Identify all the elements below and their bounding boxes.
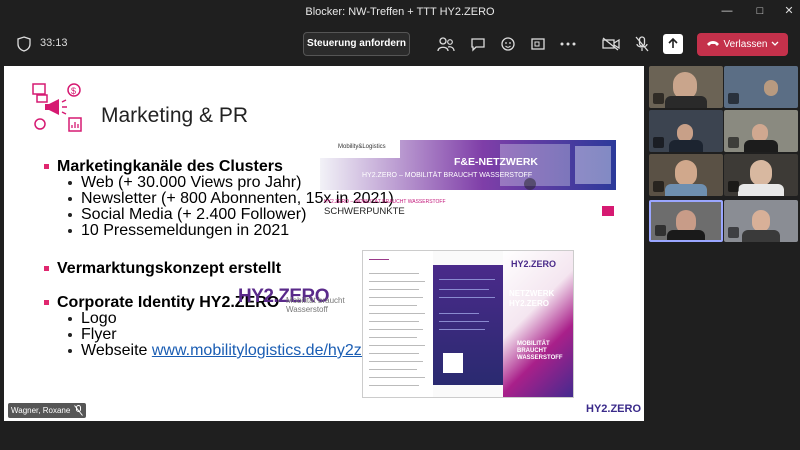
svg-text:$: $ xyxy=(71,86,76,96)
participant-tile[interactable] xyxy=(649,154,723,196)
meeting-timer: 33:13 xyxy=(40,37,68,49)
people-icon[interactable] xyxy=(436,34,456,54)
participant-tile[interactable] xyxy=(649,110,723,152)
title-bar: Blocker: NW-Treffen + TTT HY2.ZERO — □ ✕ xyxy=(0,0,800,24)
banner-title: F&E-NETZWERK xyxy=(454,156,538,168)
participant-tile[interactable] xyxy=(649,66,723,108)
shield-icon[interactable] xyxy=(14,34,34,54)
website-link[interactable]: www.mobilitylogistics.de/hy2zero xyxy=(152,342,385,359)
window-title: Blocker: NW-Treffen + TTT HY2.ZERO xyxy=(305,6,495,18)
flyer-panel-right: HY2.ZERO NETZWERK HY2.ZERO MOBILITÄT BRA… xyxy=(503,251,573,397)
maximize-icon[interactable]: □ xyxy=(753,4,767,18)
participant-tile[interactable] xyxy=(724,154,798,196)
flyer-panel-middle xyxy=(433,265,503,385)
reactions-icon[interactable] xyxy=(498,34,518,54)
banner-subtitle: HY2.ZERO – MOBILITÄT BRAUCHT WASSERSTOFF xyxy=(362,172,533,179)
participant-tile[interactable] xyxy=(724,66,798,108)
leave-label: Verlassen xyxy=(723,39,768,50)
banner-heading: SCHWERPUNKTE xyxy=(324,206,405,217)
banner-brand: Mobility&Logistics xyxy=(320,140,400,158)
flyer-preview: HY2.ZERO NETZWERK HY2.ZERO MOBILITÄT BRA… xyxy=(362,250,574,398)
hy2zero-logo: HY2.ZERO Mobilität braucht Wasserstoff xyxy=(238,286,345,314)
leave-button[interactable]: Verlassen xyxy=(697,33,788,56)
banner-caption: HY2.ZERO – MOBILITÄT BRAUCHT WASSERSTOFF xyxy=(324,199,446,205)
minimize-icon[interactable]: — xyxy=(720,4,734,18)
mic-off-icon xyxy=(653,93,664,104)
list-item: Webseite www.mobilitylogistics.de/hy2zer… xyxy=(68,342,385,360)
marketing-icon: $ xyxy=(31,82,83,134)
mic-off-icon xyxy=(728,93,739,104)
bullet-square xyxy=(44,164,49,170)
slide-title: Marketing & PR xyxy=(101,104,249,127)
chat-icon[interactable] xyxy=(468,34,488,54)
pdf-icon xyxy=(602,206,614,216)
mic-off-icon xyxy=(728,227,739,238)
mic-off-icon xyxy=(728,181,739,192)
close-icon[interactable]: ✕ xyxy=(782,4,796,18)
phone-hangup-icon xyxy=(706,39,720,50)
list-item: 10 Pressemeldungen in 2021 xyxy=(68,222,289,240)
mic-off-icon xyxy=(653,137,664,148)
participant-tile[interactable] xyxy=(724,110,798,152)
shared-screen: $ Marketing & PR Marketingkanäle des Clu… xyxy=(4,66,644,421)
mic-off-icon[interactable] xyxy=(632,34,652,54)
share-screen-button[interactable] xyxy=(663,34,683,54)
meeting-toolbar: 33:13 Steuerung anfordern Verlassen xyxy=(0,24,800,64)
mic-off-icon xyxy=(655,225,666,236)
flyer-panel-left xyxy=(363,251,433,397)
bullet-section-2: Vermarktungskonzept erstellt xyxy=(44,260,281,278)
mic-off-icon xyxy=(728,137,739,148)
chevron-down-icon[interactable] xyxy=(771,39,779,50)
participant-tile[interactable] xyxy=(724,200,798,242)
participant-tile-self[interactable] xyxy=(649,200,723,242)
camera-off-icon[interactable] xyxy=(601,34,621,54)
mic-off-icon xyxy=(74,405,84,416)
mic-off-icon xyxy=(653,181,664,192)
presenter-name-badge: Wagner, Roxane xyxy=(8,403,87,418)
view-icon[interactable] xyxy=(528,34,548,54)
more-options-icon[interactable] xyxy=(558,34,578,54)
request-control-button[interactable]: Steuerung anfordern xyxy=(303,32,410,56)
footer-logo: HY2.ZERO xyxy=(586,403,642,415)
